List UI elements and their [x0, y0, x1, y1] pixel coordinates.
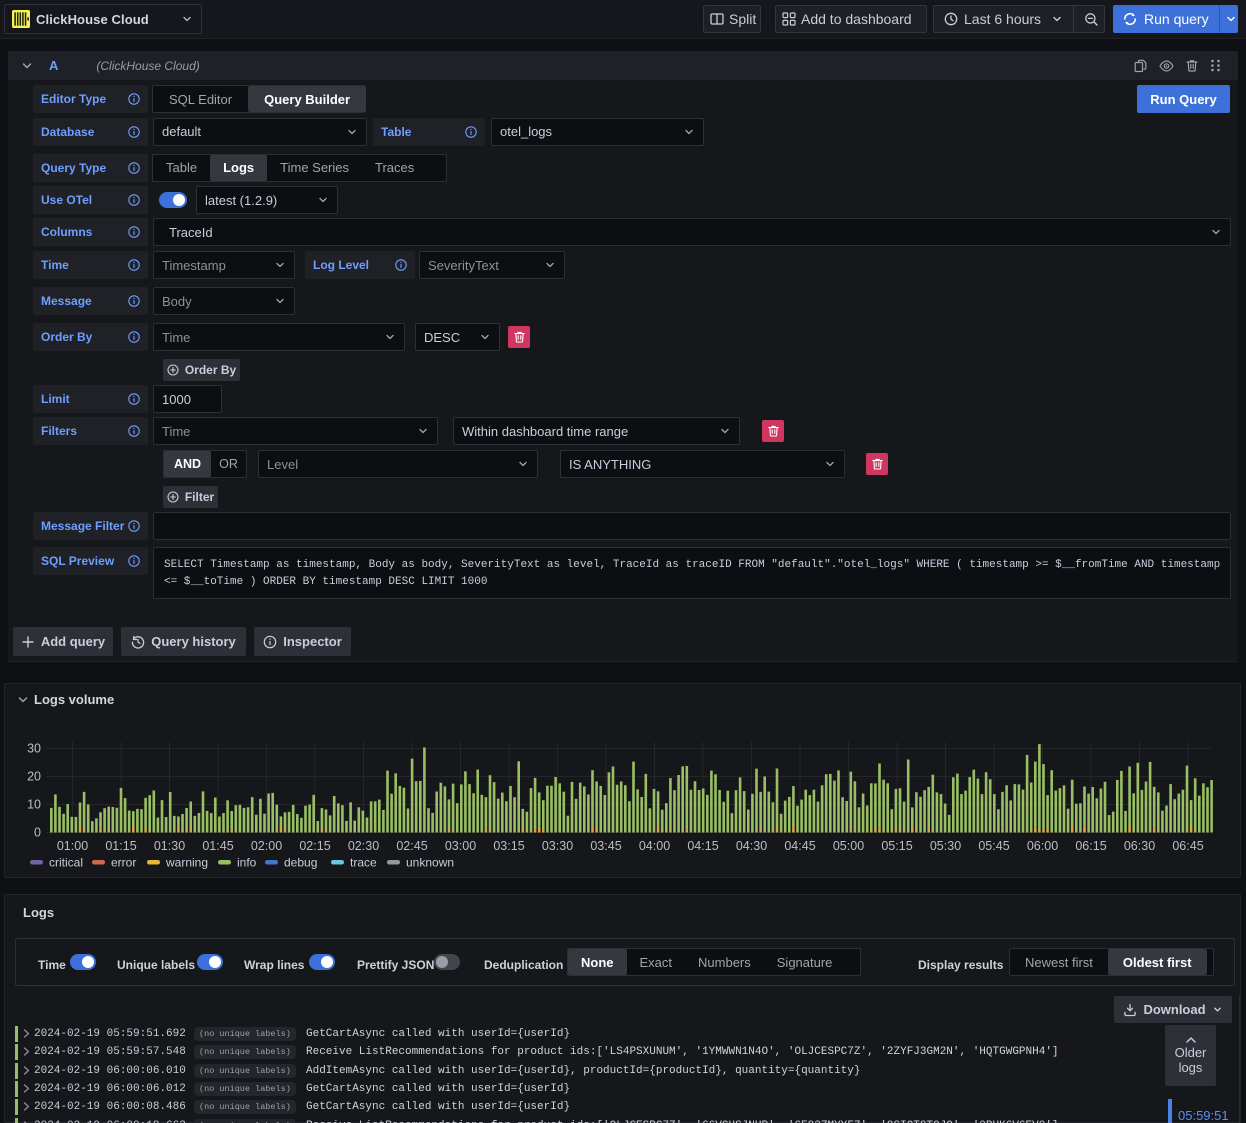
svg-text:06:45: 06:45: [1172, 839, 1203, 853]
svg-text:error: error: [111, 856, 136, 870]
svg-text:06:15: 06:15: [1075, 839, 1106, 853]
svg-text:debug: debug: [284, 856, 317, 870]
svg-text:01:45: 01:45: [202, 839, 233, 853]
svg-text:critical: critical: [49, 856, 83, 870]
svg-text:02:15: 02:15: [299, 839, 330, 853]
svg-text:20: 20: [27, 770, 41, 784]
svg-text:03:00: 03:00: [445, 839, 476, 853]
svg-text:03:30: 03:30: [542, 839, 573, 853]
svg-text:02:00: 02:00: [251, 839, 282, 853]
svg-text:30: 30: [27, 742, 41, 756]
svg-text:05:15: 05:15: [881, 839, 912, 853]
svg-text:02:45: 02:45: [396, 839, 427, 853]
svg-text:02:30: 02:30: [348, 839, 379, 853]
svg-text:03:15: 03:15: [493, 839, 524, 853]
svg-text:06:30: 06:30: [1124, 839, 1155, 853]
svg-text:01:15: 01:15: [105, 839, 136, 853]
svg-text:06:00: 06:00: [1027, 839, 1058, 853]
svg-text:unknown: unknown: [406, 856, 454, 870]
svg-text:10: 10: [27, 798, 41, 812]
svg-text:0: 0: [34, 826, 41, 840]
svg-text:04:00: 04:00: [639, 839, 670, 853]
svg-text:04:45: 04:45: [784, 839, 815, 853]
svg-text:04:30: 04:30: [736, 839, 767, 853]
svg-text:trace: trace: [350, 856, 377, 870]
svg-text:01:30: 01:30: [154, 839, 185, 853]
svg-text:04:15: 04:15: [687, 839, 718, 853]
svg-text:05:30: 05:30: [930, 839, 961, 853]
svg-text:info: info: [237, 856, 257, 870]
svg-text:warning: warning: [165, 856, 208, 870]
svg-text:01:00: 01:00: [57, 839, 88, 853]
svg-text:05:00: 05:00: [833, 839, 864, 853]
svg-text:05:45: 05:45: [978, 839, 1009, 853]
svg-text:03:45: 03:45: [590, 839, 621, 853]
